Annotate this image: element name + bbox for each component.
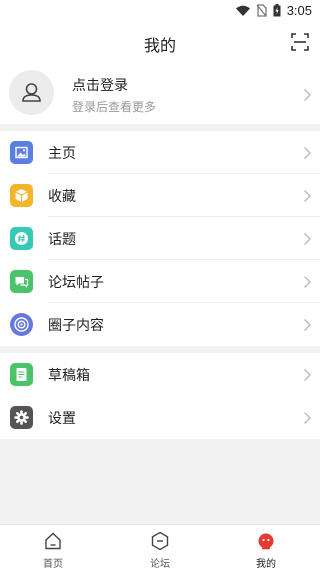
chevron-right-icon — [304, 412, 311, 424]
chevron-right-icon — [304, 319, 311, 331]
menu-item-circle-content[interactable]: 圈子内容 — [0, 303, 320, 346]
menu-item-label: 收藏 — [48, 189, 76, 205]
section-divider — [0, 124, 320, 131]
menu-item-label: 设置 — [48, 411, 76, 427]
login-title[interactable]: 点击登录 — [72, 75, 128, 95]
header: 我的 — [0, 22, 320, 64]
tab-label: 我的 — [256, 559, 276, 570]
section-divider — [0, 346, 320, 353]
menu-group-main: 主页 收藏 话题 论坛帖子 圈子内容 — [0, 131, 320, 346]
avatar[interactable] — [9, 70, 54, 115]
status-icons: 3:05 — [235, 3, 312, 18]
forum-icon — [151, 531, 169, 551]
menu-group-settings: 设置 — [0, 396, 320, 439]
profile-icon — [258, 533, 274, 550]
chevron-right-icon — [304, 147, 311, 159]
page-title: 我的 — [143, 36, 176, 55]
tab-forum[interactable]: 论坛 — [107, 525, 213, 571]
status-bar: 3:05 — [0, 0, 320, 22]
no-sim-icon — [256, 4, 267, 17]
tab-mine[interactable]: 我的 — [213, 525, 319, 571]
document-icon — [10, 363, 33, 386]
battery-icon — [273, 4, 281, 17]
menu-item-label: 论坛帖子 — [48, 275, 104, 291]
menu-item-label: 草稿箱 — [48, 368, 90, 384]
menu-item-label: 主页 — [48, 146, 76, 162]
menu-item-home[interactable]: 主页 — [0, 131, 320, 174]
chevron-right-icon — [304, 190, 311, 202]
status-time: 3:05 — [286, 3, 312, 18]
tab-home[interactable]: 首页 — [0, 525, 106, 571]
menu-item-drafts[interactable]: 草稿箱 — [0, 353, 320, 396]
menu-item-favorites[interactable]: 收藏 — [0, 174, 320, 217]
image-icon — [10, 141, 33, 164]
chevron-right-icon — [304, 276, 311, 288]
scan-icon — [291, 33, 309, 51]
menu-item-settings[interactable]: 设置 — [0, 396, 320, 439]
home-icon — [45, 532, 61, 550]
tab-label: 首页 — [43, 559, 63, 570]
scan-button[interactable] — [290, 32, 310, 52]
menu-item-label: 圈子内容 — [48, 318, 104, 334]
menu-item-forum-posts[interactable]: 论坛帖子 — [0, 260, 320, 303]
tab-label: 论坛 — [150, 559, 170, 570]
hashtag-icon — [10, 227, 33, 250]
chevron-right-icon — [304, 369, 311, 381]
menu-item-label: 话题 — [48, 232, 76, 248]
chevron-right-icon — [304, 89, 311, 101]
chat-icon — [10, 270, 33, 293]
login-card[interactable]: 点击登录 登录后查看更多 — [0, 64, 320, 124]
chevron-right-icon — [304, 233, 311, 245]
user-icon — [22, 83, 41, 102]
circle-icon — [10, 313, 33, 336]
gear-icon — [10, 406, 33, 429]
bottom-tab-bar: 首页 论坛 我的 — [0, 524, 320, 571]
wifi-icon — [235, 5, 250, 16]
box-icon — [10, 184, 33, 207]
menu-item-topics[interactable]: 话题 — [0, 217, 320, 260]
login-subtitle: 登录后查看更多 — [72, 100, 157, 114]
menu-group-drafts: 草稿箱 — [0, 353, 320, 396]
